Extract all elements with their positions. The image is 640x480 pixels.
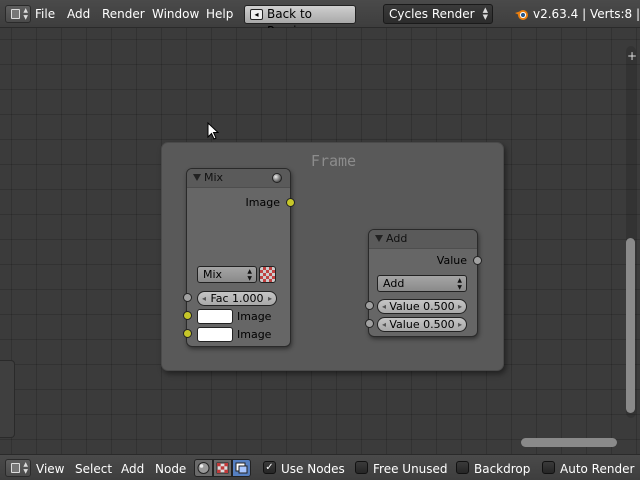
version-stats: v2.63.4 | Verts:8 | — [533, 7, 640, 21]
info-editor-icon — [11, 9, 20, 19]
clamp-toggle-button[interactable] — [259, 266, 276, 283]
collapse-arrow-icon[interactable] — [193, 174, 201, 181]
backdrop-checkbox[interactable] — [456, 461, 469, 474]
menu-render[interactable]: Render — [102, 7, 145, 21]
mix-output-label: Image — [245, 196, 280, 209]
plus-icon[interactable]: + — [627, 50, 637, 64]
backdrop-label: Backdrop — [474, 462, 531, 476]
chevron-updown-icon: ▲ ▼ — [457, 277, 462, 291]
image-input-color-2[interactable] — [197, 327, 233, 342]
value-field-2-label: Value 0.500 — [389, 318, 455, 331]
compositing-nodes-button[interactable] — [232, 459, 251, 477]
image-input-label-2: Image — [237, 328, 272, 341]
node-editor-icon — [11, 463, 20, 473]
mix-node[interactable]: Mix Image Mix ▲ ▼ ◂ Fac 1.000 ▸ Image Ima… — [183, 168, 295, 347]
mix-node-header[interactable]: Mix — [187, 169, 290, 188]
menu-node[interactable]: Node — [155, 462, 186, 476]
mix-node-title: Mix — [204, 171, 224, 184]
value-field-1-label: Value 0.500 — [389, 300, 455, 313]
value-field-2[interactable]: ◂ Value 0.500 ▸ — [377, 317, 467, 332]
collapse-arrow-icon[interactable] — [375, 235, 383, 242]
chevron-updown-icon: ▲ ▼ — [23, 461, 28, 475]
mix-output-socket[interactable] — [286, 198, 295, 207]
add-node-header[interactable]: Add — [369, 230, 477, 249]
use-nodes-label: Use Nodes — [281, 462, 345, 476]
texture-checker-icon — [216, 462, 229, 474]
shader-nodes-button[interactable] — [194, 459, 213, 477]
increment-arrow-icon[interactable]: ▸ — [458, 300, 462, 313]
add-math-node[interactable]: Add Value Add ▲ ▼ ◂ Value 0.500 ▸ ◂ Value… — [365, 229, 482, 337]
mix-blend-mode-select[interactable]: Mix ▲ ▼ — [197, 266, 257, 283]
auto-render-label: Auto Render — [560, 462, 635, 476]
menu-add[interactable]: Add — [121, 462, 144, 476]
value-output-label: Value — [436, 254, 467, 267]
fac-field[interactable]: ◂ Fac 1.000 ▸ — [197, 291, 277, 306]
toolshelf-edge[interactable] — [0, 360, 15, 438]
top-header: ▲ ▼ File Add Render Window Help ◂ Back to… — [0, 0, 640, 38]
vertical-scrollbar-thumb[interactable] — [626, 238, 635, 413]
chevron-updown-icon: ▲ ▼ — [23, 7, 28, 21]
image-input-socket-1[interactable] — [183, 311, 192, 320]
image-input-color-1[interactable] — [197, 309, 233, 324]
math-operation-select[interactable]: Add ▲ ▼ — [377, 275, 467, 292]
node-editor-canvas[interactable]: + Frame Mix Image Mix ▲▼ ◂ Fac 1.000 ▸ — [0, 28, 640, 454]
add-node-title: Add — [386, 232, 408, 245]
chevron-updown-icon: ▲ ▼ — [482, 6, 488, 21]
blender-logo-icon — [515, 10, 528, 20]
free-unused-checkbox[interactable] — [355, 461, 368, 474]
value-output-socket[interactable] — [473, 256, 482, 265]
editor-type-button[interactable]: ▲ ▼ — [5, 459, 31, 477]
frame-node[interactable]: Frame Mix Image Mix ▲ ▼ ◂ Fac 1.000 ▸ Im… — [161, 142, 504, 371]
value-input-socket-2[interactable] — [365, 319, 374, 328]
texture-nodes-button[interactable] — [213, 459, 232, 477]
bottom-header: ▲ ▼ View Select Add Node ✓ Use Nodes Free… — [0, 454, 640, 480]
image-input-socket-2[interactable] — [183, 329, 192, 338]
mouse-cursor-icon — [207, 122, 219, 140]
back-screen-icon: ◂ — [250, 9, 263, 20]
back-to-previous-button[interactable]: ◂ Back to Previous — [244, 5, 356, 38]
value-input-socket-1[interactable] — [365, 301, 374, 310]
render-engine-label: Cycles Render — [389, 7, 475, 21]
chevron-updown-icon: ▲ ▼ — [247, 268, 252, 282]
horizontal-scrollbar-thumb[interactable] — [521, 438, 617, 447]
value-field-1[interactable]: ◂ Value 0.500 ▸ — [377, 299, 467, 314]
auto-render-checkbox[interactable] — [542, 461, 555, 474]
image-input-label-1: Image — [237, 310, 272, 323]
menu-view[interactable]: View — [36, 462, 64, 476]
increment-arrow-icon[interactable]: ▸ — [458, 318, 462, 331]
editor-type-button[interactable]: ▲ ▼ — [5, 5, 31, 23]
preview-sphere-icon[interactable] — [272, 173, 282, 183]
fac-input-socket[interactable] — [183, 293, 192, 302]
mix-blend-mode-label: Mix — [203, 268, 223, 281]
math-operation-label: Add — [383, 277, 405, 290]
free-unused-label: Free Unused — [373, 462, 448, 476]
shader-sphere-icon — [197, 462, 210, 474]
menu-file[interactable]: File — [35, 7, 55, 21]
fac-field-label: Fac 1.000 — [210, 292, 264, 305]
menu-add[interactable]: Add — [67, 7, 90, 21]
use-nodes-checkbox[interactable]: ✓ — [263, 461, 276, 474]
menu-help[interactable]: Help — [206, 7, 233, 21]
render-engine-select[interactable]: Cycles Render ▲ ▼ — [383, 4, 493, 24]
menu-window[interactable]: Window — [152, 7, 199, 21]
menu-select[interactable]: Select — [75, 462, 112, 476]
compositing-icon — [235, 462, 248, 474]
increment-arrow-icon[interactable]: ▸ — [268, 292, 272, 305]
